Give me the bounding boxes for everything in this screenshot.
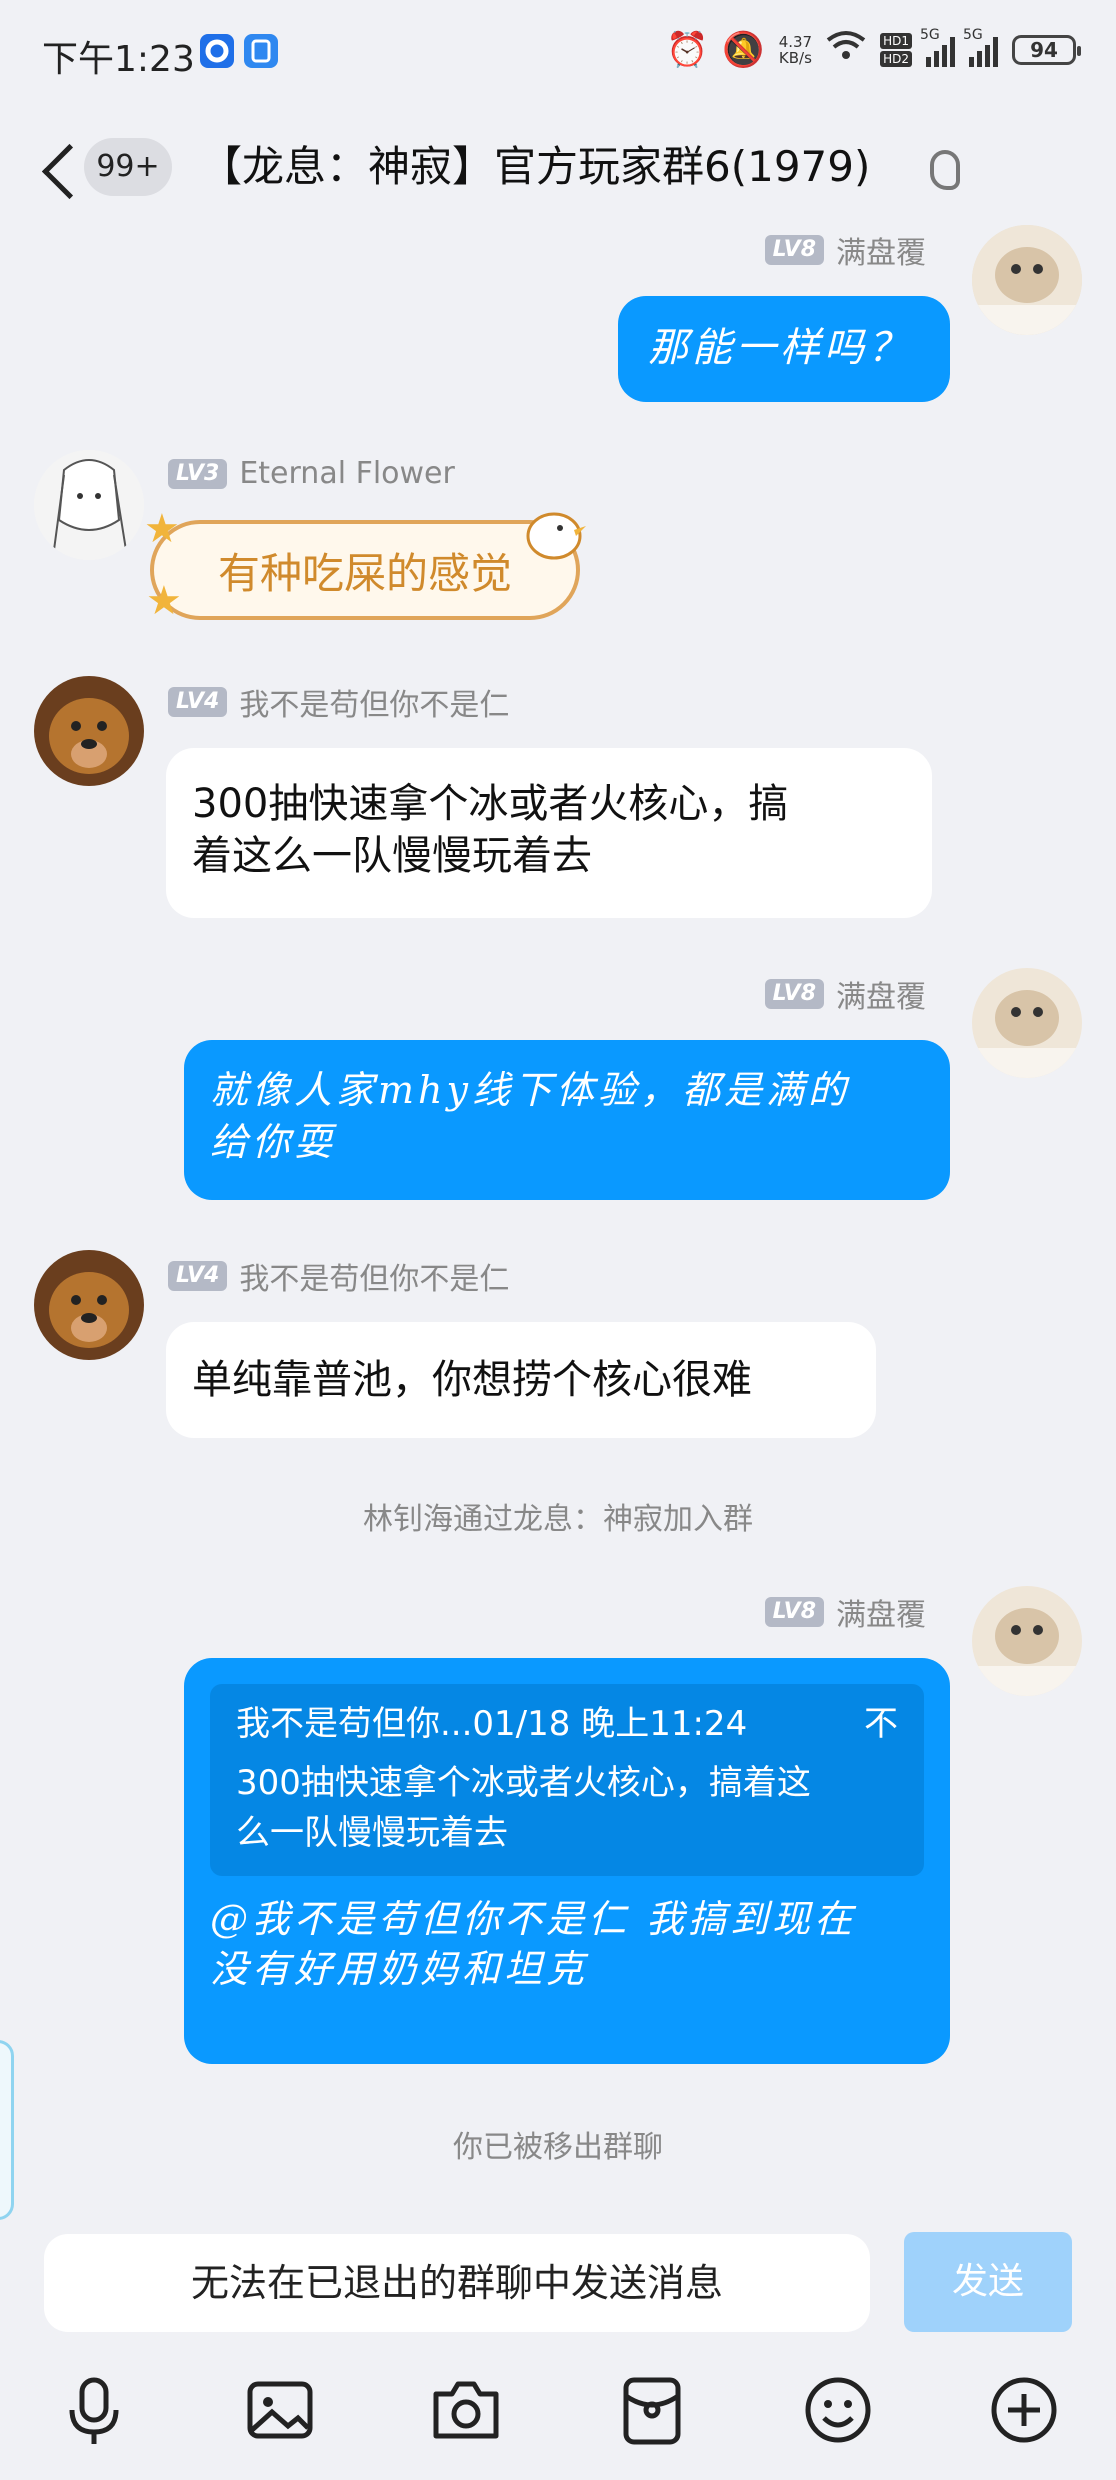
quote-header: 我不是苟但你...01/18 晚上11:24 不 bbox=[236, 1702, 898, 1746]
chat-header: 99+ 【龙息：神寂】官方玩家群6(1979) bbox=[0, 120, 1116, 220]
unread-count-badge[interactable]: 99+ bbox=[84, 138, 172, 196]
avatar[interactable] bbox=[34, 450, 144, 560]
input-toolbar bbox=[0, 2360, 1116, 2460]
status-time: 下午1:23 bbox=[42, 39, 195, 80]
sender-line: LV8 满盘覆 bbox=[764, 228, 926, 272]
avatar[interactable] bbox=[34, 1250, 144, 1360]
wifi-icon bbox=[826, 28, 866, 71]
sender-name[interactable]: 满盘覆 bbox=[836, 228, 926, 272]
sender-name[interactable]: 满盘覆 bbox=[836, 972, 926, 1016]
message-line: 就像人家mhy线下体验，都是满的 bbox=[210, 1068, 850, 1112]
sender-line: LV8 满盘覆 bbox=[764, 1590, 926, 1634]
level-badge: LV8 bbox=[764, 1597, 824, 1627]
app-notification-icon-2 bbox=[244, 34, 278, 68]
message-bubble[interactable]: 那能一样吗？ bbox=[618, 296, 950, 402]
system-message: 林钊海通过龙息：神寂加入群 bbox=[363, 1502, 753, 1537]
message-bubble[interactable]: 300抽快速拿个冰或者火核心，搞 着这么一队慢慢玩着去 bbox=[166, 748, 932, 918]
level-badge: LV8 bbox=[764, 235, 824, 265]
status-icons: ⏰ 🔕 4.37 KB/s HD1 HD2 5G 5G 94 bbox=[666, 27, 1081, 71]
message-bubble[interactable]: 我不是苟但你...01/18 晚上11:24 不 300抽快速拿个冰或者火核心，… bbox=[184, 1658, 950, 2064]
floating-side-tab[interactable] bbox=[0, 2040, 14, 2220]
star-icon: ★ bbox=[144, 506, 180, 552]
sender-line: LV8 满盘覆 bbox=[764, 972, 926, 1016]
sender-name[interactable]: 我不是苟但你不是仁 bbox=[239, 680, 509, 724]
quoted-message[interactable]: 我不是苟但你...01/18 晚上11:24 不 300抽快速拿个冰或者火核心，… bbox=[210, 1684, 924, 1876]
quote-text: 300抽快速拿个冰或者火核心，搞着这 么一队慢慢玩着去 bbox=[236, 1763, 811, 1853]
chat-screen: 下午1:23 ⏰ 🔕 4.37 KB/s HD1 HD2 5G 5G 94 99… bbox=[0, 0, 1116, 2480]
sender-name[interactable]: Eternal Flower bbox=[239, 456, 455, 491]
image-icon[interactable] bbox=[240, 2370, 320, 2450]
mic-icon[interactable] bbox=[54, 2370, 134, 2450]
quote-meta: 我不是苟但你...01/18 晚上11:24 bbox=[236, 1704, 748, 1744]
signal-icon-1: 5G bbox=[920, 27, 955, 67]
group-title[interactable]: 【龙息：神寂】官方玩家群6(1979) bbox=[200, 138, 870, 196]
quote-more: 不 bbox=[864, 1704, 898, 1744]
avatar[interactable] bbox=[34, 676, 144, 786]
app-notification-icon bbox=[200, 34, 234, 68]
duck-icon bbox=[526, 512, 586, 560]
camera-icon[interactable] bbox=[426, 2370, 506, 2450]
sticker-text: 有种吃屎的感觉 bbox=[150, 520, 580, 620]
message-input[interactable]: 无法在已退出的群聊中发送消息 bbox=[44, 2234, 870, 2332]
emoji-icon[interactable] bbox=[798, 2370, 878, 2450]
avatar[interactable] bbox=[972, 968, 1082, 1078]
sender-name[interactable]: 我不是苟但你不是仁 bbox=[239, 1254, 509, 1298]
send-button[interactable]: 发送 bbox=[904, 2232, 1072, 2332]
red-packet-icon[interactable] bbox=[612, 2370, 692, 2450]
message-bubble[interactable]: 就像人家mhy线下体验，都是满的 给你耍 bbox=[184, 1040, 950, 1200]
sender-line: LV4 我不是苟但你不是仁 bbox=[168, 680, 509, 724]
star-icon: ★ bbox=[146, 578, 182, 624]
message-line: 着这么一队慢慢玩着去 bbox=[192, 833, 592, 879]
sender-line: LV4 我不是苟但你不是仁 bbox=[168, 1254, 509, 1298]
sender-line: LV3 Eternal Flower bbox=[168, 456, 455, 491]
message-line: 300抽快速拿个冰或者火核心，搞 bbox=[192, 781, 789, 827]
level-badge: LV3 bbox=[168, 458, 228, 489]
message-bubble[interactable]: 单纯靠普池，你想捞个核心很难 bbox=[166, 1322, 876, 1438]
level-badge: LV4 bbox=[168, 687, 228, 717]
avatar[interactable] bbox=[972, 225, 1082, 335]
level-badge: LV4 bbox=[168, 1261, 228, 1291]
net-speed: 4.37 KB/s bbox=[778, 32, 813, 67]
message-text: @我不是苟但你不是仁 我搞到现在 没有好用奶妈和坦克 bbox=[210, 1897, 857, 1991]
plus-icon[interactable] bbox=[984, 2370, 1064, 2450]
system-message: 你已被移出群聊 bbox=[453, 2130, 663, 2165]
status-bar: 下午1:23 ⏰ 🔕 4.37 KB/s HD1 HD2 5G 5G 94 bbox=[0, 0, 1116, 100]
hd-badges: HD1 HD2 bbox=[880, 32, 912, 67]
avatar[interactable] bbox=[972, 1586, 1082, 1696]
earpiece-mode-icon[interactable] bbox=[930, 150, 960, 190]
mute-bell-icon: 🔕 bbox=[722, 29, 765, 70]
sender-name[interactable]: 满盘覆 bbox=[836, 1590, 926, 1634]
message-line: 给你耍 bbox=[210, 1120, 337, 1164]
signal-icon-2: 5G bbox=[963, 27, 998, 67]
battery-icon: 94 bbox=[1012, 34, 1081, 65]
level-badge: LV8 bbox=[764, 979, 824, 1009]
sticker-message[interactable]: 有种吃屎的感觉 ★ ★ bbox=[144, 506, 590, 630]
alarm-icon: ⏰ bbox=[666, 29, 709, 70]
back-arrow-icon[interactable] bbox=[40, 140, 80, 200]
